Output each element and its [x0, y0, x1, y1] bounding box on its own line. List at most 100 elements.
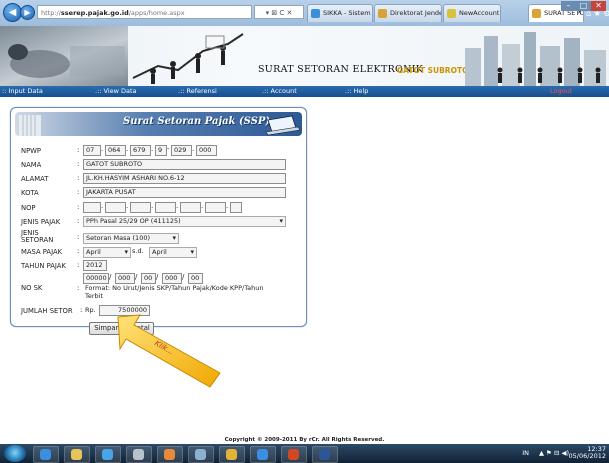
tab-label: NewAccount [459, 9, 500, 17]
separator: . [226, 202, 229, 210]
taskbar-ie-icon[interactable] [33, 446, 59, 463]
masa-pajak-to-select[interactable]: April [149, 247, 197, 258]
clock-date: 05/06/2012 [568, 452, 606, 460]
menu-account[interactable]: .:: Account [262, 86, 297, 97]
nama-field[interactable]: GATOT SUBROTO [83, 159, 286, 170]
npwp-part-6[interactable]: 000 [196, 145, 217, 156]
nop-part-2[interactable] [105, 202, 126, 213]
separator: / [182, 273, 185, 281]
no-sk-format-note-2: Terbit [85, 292, 104, 300]
npwp-part-2[interactable]: 064 [105, 145, 126, 156]
nop-part-4[interactable] [155, 202, 176, 213]
jenis-setoran-select[interactable]: Setoran Masa (100) [83, 233, 179, 244]
minimize-icon[interactable]: – [561, 1, 576, 11]
address-controls[interactable]: ▾ ⊠ C ✕ [254, 5, 304, 19]
no-sk-part-1[interactable]: 00000 [83, 273, 109, 284]
alamat-field[interactable]: JL.KH.HASYIM ASHARI NO.6-12 [83, 173, 286, 184]
taskbar-folder-icon[interactable] [64, 446, 90, 463]
separator: . [126, 145, 129, 153]
browser-toolbar: ◀ ▶ http://sserep.pajak.go.id/apps/home.… [0, 0, 609, 26]
clock[interactable]: 12:37 05/06/2012 [569, 446, 606, 460]
taskbar-word-icon[interactable] [312, 446, 338, 463]
menu-input-data[interactable]: :: Input Data [2, 86, 43, 97]
taskbar-user-icon[interactable] [188, 446, 214, 463]
logout-link[interactable]: Logout [550, 86, 572, 97]
form-header: Surat Setoran Pajak (SSP) [15, 112, 302, 136]
tab-direktorat[interactable]: Direktorat Jendera... [374, 4, 442, 22]
jenis-pajak-row: JENIS PAJAK : PPh Pasal 25/29 OP (411125… [21, 216, 301, 228]
nop-part-6[interactable] [205, 202, 226, 213]
main-menu: :: Input Data .:: View Data .:: Referens… [0, 86, 609, 97]
tab-sikka[interactable]: SIKKA - Sistem Inf... [307, 4, 373, 22]
nop-part-3[interactable] [130, 202, 151, 213]
site-banner: SURAT SETORAN ELEKTRONIK GATOT SUBROTO [0, 26, 609, 86]
separator: / [109, 273, 112, 281]
separator: . [101, 202, 104, 210]
tahun-pajak-field[interactable]: 2012 [83, 260, 107, 271]
masa-pajak-from-select[interactable]: April [83, 247, 131, 258]
separator: . [176, 202, 179, 210]
favicon-icon [378, 9, 387, 18]
skyline-icon [465, 32, 606, 86]
kota-row: KOTA : JAKARTA PUSAT [21, 187, 301, 199]
colon: : [80, 306, 83, 314]
npwp-part-5[interactable]: 029 [171, 145, 192, 156]
no-sk-label: NO SK [21, 284, 43, 292]
taskbar-chrome-icon[interactable] [250, 446, 276, 463]
ssp-form-panel: Surat Setoran Pajak (SSP) NPWP : 07 . 06… [10, 107, 307, 335]
banner-city-image [460, 26, 609, 86]
url-prefix: http:// [41, 9, 61, 17]
taskbar-powerpoint-icon[interactable] [281, 446, 307, 463]
menu-help[interactable]: .:: Help [345, 86, 368, 97]
tab-label: SIKKA - Sistem Inf... [323, 9, 372, 17]
separator: . [151, 145, 154, 153]
colon: : [77, 203, 80, 211]
colon: : [77, 284, 80, 292]
npwp-part-1[interactable]: 07 [83, 145, 101, 156]
nop-label: NOP [21, 204, 36, 212]
taskbar-firefox-icon[interactable] [157, 446, 183, 463]
jenis-pajak-select[interactable]: PPh Pasal 25/29 OP (411125) [83, 216, 286, 227]
separator: . [101, 145, 104, 153]
menu-referensi[interactable]: .:: Referensi [178, 86, 217, 97]
npwp-row: NPWP : 07 . 064 . 679 . 9 - 029 . 000 [21, 145, 301, 157]
nop-part-7[interactable] [230, 202, 242, 213]
nop-part-1[interactable] [83, 202, 101, 213]
nama-row: NAMA : GATOT SUBROTO [21, 159, 301, 171]
banner-photo [0, 26, 128, 86]
taskbar-folder2-icon[interactable] [219, 446, 245, 463]
jumlah-setor-label: JUMLAH SETOR [21, 307, 73, 315]
favicon-icon [311, 9, 320, 18]
tray-icons[interactable]: ▲ ⚑ ⊟ ◀) [539, 449, 569, 457]
kota-field[interactable]: JAKARTA PUSAT [83, 187, 286, 198]
close-icon[interactable]: ✕ [591, 1, 606, 11]
banner-hand-image [8, 44, 125, 78]
language-indicator[interactable]: IN [522, 449, 529, 457]
no-sk-part-2[interactable]: 000 [115, 273, 135, 284]
no-sk-part-4[interactable]: 000 [162, 273, 182, 284]
maximize-icon[interactable]: □ [576, 1, 591, 11]
menu-view-data[interactable]: .:: View Data [95, 86, 137, 97]
forward-button[interactable]: ▶ [20, 5, 35, 20]
tab-newaccount[interactable]: NewAccount [443, 4, 501, 22]
npwp-part-4[interactable]: 9 [155, 145, 167, 156]
no-sk-part-5[interactable]: 00 [188, 273, 203, 284]
no-sk-part-3[interactable]: 00 [141, 273, 156, 284]
address-bar[interactable]: http://sserep.pajak.go.id/apps/home.aspx [37, 5, 252, 19]
windows-taskbar: IN ▲ ⚑ ⊟ ◀) 12:37 05/06/2012 [0, 444, 609, 463]
taskbar-media-icon[interactable] [95, 446, 121, 463]
taskbar-app-icon[interactable] [126, 446, 152, 463]
no-sk-format-note: Format: No Urut/Jenis SKP/Tahun Pajak/Ko… [85, 284, 264, 292]
npwp-label: NPWP [21, 147, 42, 155]
nop-part-5[interactable] [180, 202, 201, 213]
colon: : [77, 233, 80, 241]
url-path: /apps/home.aspx [128, 9, 185, 17]
separator: . [201, 202, 204, 210]
colon: : [77, 217, 80, 225]
npwp-part-3[interactable]: 679 [130, 145, 151, 156]
masa-pajak-sd: s.d. [132, 247, 144, 255]
separator: . [126, 202, 129, 210]
separator: / [156, 273, 159, 281]
start-button[interactable] [4, 445, 26, 462]
window-controls: – □ ✕ [561, 1, 606, 11]
